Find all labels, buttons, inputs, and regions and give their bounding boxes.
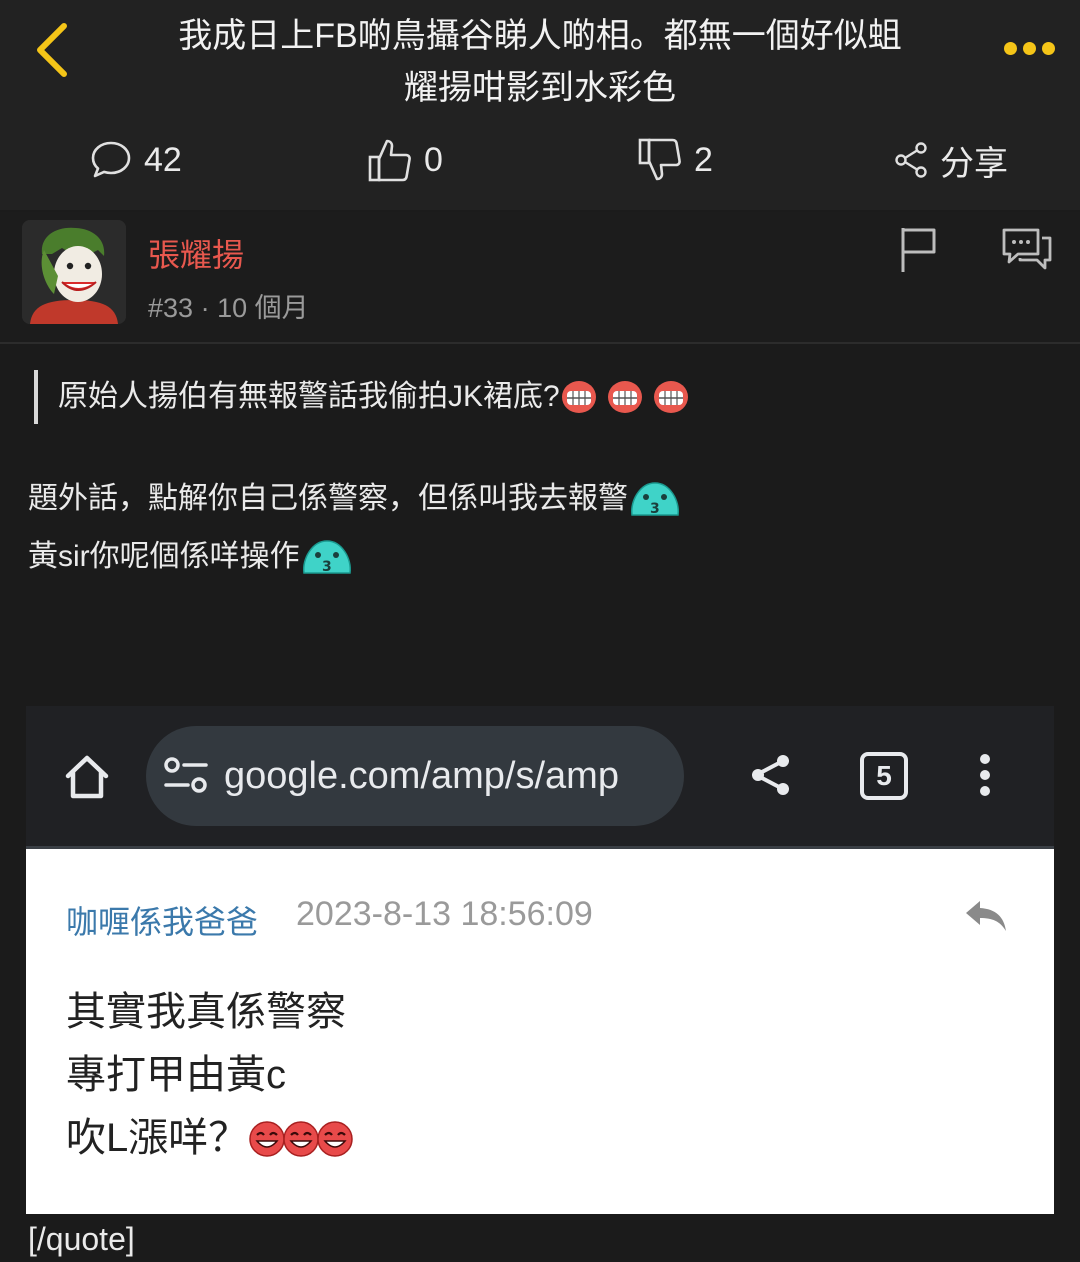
kiss-emoji-icon: 3 — [631, 482, 679, 517]
browser-toolbar: google.com/amp/s/amp 5 — [26, 706, 1054, 846]
quoted-text: 原始人揚伯有無報警話我偷拍JK裙底? — [34, 370, 690, 424]
site-settings-icon — [164, 757, 208, 793]
browser-share-button — [748, 752, 794, 798]
kiss-emoji-icon: 3 — [302, 540, 351, 575]
comment-author: 咖喱係我爸爸 — [66, 904, 259, 940]
post-body: 題外話，點解你自己係警察，但係叫我去報警 3 黃sir你呢個係咩操作 3 — [28, 470, 682, 586]
url-bar: google.com/amp/s/amp — [146, 726, 684, 826]
thread-title: 我成日上FB啲鳥攝谷睇人啲相。都無一個好似蛆 耀揚咁影到水彩色 — [150, 10, 930, 114]
flag-icon — [901, 228, 936, 272]
body-line: 題外話，點解你自己係警察，但係叫我去報警 — [28, 482, 628, 515]
post-header: 張耀揚 #33 · 10 個月 — [0, 212, 1080, 344]
share-icon — [895, 142, 927, 178]
comment-line: 吹L漲咩？ — [66, 1116, 249, 1160]
thumbs-up-icon — [368, 139, 411, 182]
tab-count: 5 — [876, 760, 892, 791]
joker-avatar-icon — [22, 220, 126, 324]
chevron-left-icon — [37, 23, 67, 77]
share-button[interactable]: 分享 — [894, 128, 1008, 192]
back-button[interactable] — [28, 22, 76, 78]
home-icon — [65, 755, 109, 799]
comment-bubble-icon — [91, 141, 131, 178]
laughing-emoji-icon — [317, 1120, 353, 1157]
comments-stat[interactable]: 42 — [90, 128, 182, 192]
body-line: 黃sir你呢個係咩操作 — [28, 540, 300, 573]
top-bar: 我成日上FB啲鳥攝谷睇人啲相。都無一個好似蛆 耀揚咁影到水彩色 42 0 2 分… — [0, 0, 1080, 210]
share-label: 分享 — [940, 144, 1008, 183]
embedded-screenshot[interactable]: google.com/amp/s/amp 5 咖喱係我爸爸 2023-8-13 … — [26, 706, 1054, 1214]
dot-icon — [1041, 41, 1055, 55]
svg-text:3: 3 — [650, 501, 660, 517]
quote-reply-button[interactable] — [1000, 224, 1056, 280]
comment-reply-button — [962, 897, 1010, 937]
browser-menu-button — [970, 750, 1000, 800]
comment-line: 專打甲由黃c — [66, 1053, 286, 1097]
laughing-emoji-icon — [249, 1120, 285, 1157]
dot-icon — [1003, 41, 1017, 55]
more-options-button[interactable] — [996, 30, 1062, 66]
dislike-count: 2 — [694, 140, 713, 179]
reply-arrow-icon — [966, 901, 1006, 931]
laughing-emoji-icon — [283, 1120, 319, 1157]
dot-icon — [980, 786, 990, 796]
like-count: 0 — [424, 140, 443, 179]
thread-title-line-2: 耀揚咁影到水彩色 — [404, 69, 676, 107]
home-button — [62, 752, 112, 802]
share-icon — [752, 755, 789, 795]
grin-emoji-icon — [653, 381, 688, 413]
dislike-button[interactable]: 2 — [638, 128, 713, 192]
quote-text: 原始人揚伯有無報警話我偷拍JK裙底? — [58, 380, 560, 413]
username[interactable]: 張耀揚 — [148, 230, 244, 276]
tab-switcher-button: 5 — [860, 752, 908, 800]
like-button[interactable]: 0 — [368, 128, 443, 192]
dot-icon — [1022, 41, 1036, 55]
thumbs-down-icon — [638, 138, 681, 181]
post-age: · 10 個月 — [200, 293, 309, 323]
dot-icon — [980, 770, 990, 780]
grin-emoji-icon — [607, 381, 642, 413]
grin-emoji-icon — [561, 381, 596, 413]
avatar[interactable] — [22, 220, 126, 324]
url-text: google.com/amp/s/amp — [224, 754, 619, 797]
thread-title-line-1: 我成日上FB啲鳥攝谷睇人啲相。都無一個好似蛆 — [178, 17, 902, 55]
comment-line: 其實我真係警察 — [66, 990, 346, 1034]
report-button[interactable] — [898, 224, 946, 280]
comment-timestamp: 2023-8-13 18:56:09 — [296, 895, 593, 933]
comment-count: 42 — [144, 140, 182, 179]
svg-text:3: 3 — [322, 559, 332, 575]
comment-body: 其實我真係警察 專打甲由黃c 吹L漲咩？ — [66, 981, 354, 1170]
floor-number: #33 — [148, 293, 194, 323]
dot-icon — [980, 754, 990, 764]
closing-quote-tag: [/quote] — [28, 1221, 135, 1257]
chat-bubbles-icon — [1002, 228, 1052, 270]
embedded-comment: 咖喱係我爸爸 2023-8-13 18:56:09 其實我真係警察 專打甲由黃c… — [26, 846, 1054, 1214]
thread-stats-bar: 42 0 2 分享 — [0, 128, 1080, 192]
post-meta: #33 · 10 個月 — [148, 286, 309, 325]
